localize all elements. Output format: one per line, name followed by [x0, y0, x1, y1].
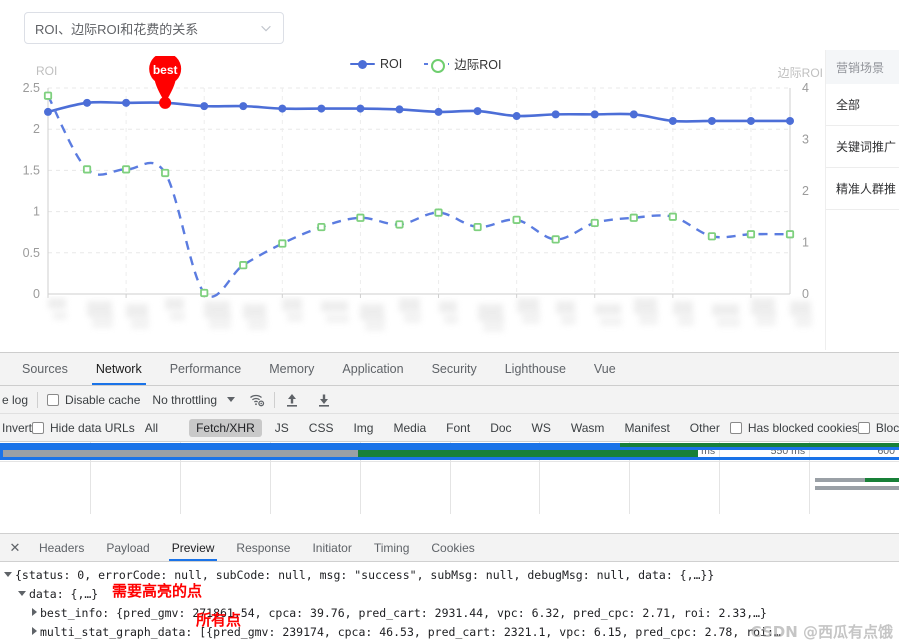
detail-tab-initiator[interactable]: Initiator [301, 534, 362, 561]
filter-type-ws[interactable]: WS [525, 419, 558, 437]
timeline-bar [815, 486, 899, 490]
json-line-data-text: data: {,…} [29, 587, 99, 601]
tab-vue[interactable]: Vue [580, 353, 630, 385]
checkbox-box-icon [729, 421, 742, 434]
filter-type-doc[interactable]: Doc [483, 419, 518, 437]
tab-lighthouse[interactable]: Lighthouse [491, 353, 580, 385]
network-overview-timeline[interactable]: 150 ms200 ms250 ms300 ms350 ms400 ms450 … [0, 442, 899, 534]
json-preview-tree: {status: 0, errorCode: null, subCode: nu… [0, 562, 899, 644]
has-blocked-cookies-label: Has blocked cookies [747, 420, 858, 435]
svg-text:3: 3 [802, 133, 809, 147]
roi-line-chart: 0 0.5 1 1.5 2 2.5 0 1 2 3 4 best [0, 56, 830, 316]
devtools-tabbar: Sources Network Performance Memory Appli… [0, 353, 899, 386]
filter-type-fetch-xhr[interactable]: Fetch/XHR [189, 418, 262, 437]
detail-tab-preview[interactable]: Preview [161, 534, 226, 561]
svg-text:1: 1 [33, 205, 40, 219]
request-detail-panel: ✕ Headers Payload Preview Response Initi… [0, 534, 899, 644]
download-arrow-icon[interactable] [316, 392, 332, 408]
filter-type-img[interactable]: Img [346, 419, 380, 437]
detail-tab-payload[interactable]: Payload [95, 534, 160, 561]
json-line-root-text: {status: 0, errorCode: null, subCode: nu… [15, 568, 715, 582]
marketing-scene-panel: 营销场景 全部 关键词推广 精准人群推 [825, 50, 899, 350]
filter-type-css[interactable]: CSS [302, 419, 341, 437]
disclosure-triangle-icon[interactable] [32, 608, 37, 616]
metric-relation-select-value: ROI、边际ROI和花费的关系 [35, 21, 199, 37]
upload-arrow-icon[interactable] [284, 392, 300, 408]
json-line-best-info[interactable]: best_info: {pred_gmv: 271861.54, cpca: 3… [0, 604, 899, 623]
json-line-root[interactable]: {status: 0, errorCode: null, subCode: nu… [0, 566, 899, 585]
filter-type-js[interactable]: JS [268, 419, 296, 437]
json-line-data[interactable]: data: {,…} [0, 585, 899, 604]
svg-text:2: 2 [33, 122, 40, 136]
filter-type-all[interactable]: All [138, 419, 165, 437]
checkbox-box-icon [857, 421, 870, 434]
blocked-requests-checkbox[interactable]: Blocked Req [857, 420, 899, 435]
checkbox-box-icon [47, 393, 60, 406]
marketing-scene-row-all[interactable]: 全部 [826, 84, 899, 126]
blocked-requests-label: Blocked Req [875, 420, 899, 435]
tab-network[interactable]: Network [82, 353, 156, 385]
tab-memory[interactable]: Memory [255, 353, 328, 385]
json-line-best-info-text: best_info: {pred_gmv: 271861.54, cpca: 3… [40, 606, 767, 620]
x-axis-labels-redacted [10, 296, 820, 340]
metric-relation-select[interactable]: ROI、边际ROI和花费的关系 [24, 12, 284, 44]
detail-tab-cookies[interactable]: Cookies [420, 534, 485, 561]
throttling-select[interactable]: No throttling [152, 392, 236, 407]
close-icon[interactable]: ✕ [2, 534, 28, 561]
disable-cache-checkbox[interactable]: Disable cache [47, 393, 140, 407]
chevron-down-icon [227, 397, 236, 402]
disable-cache-label: Disable cache [65, 392, 141, 407]
devtools-panel: Sources Network Performance Memory Appli… [0, 352, 899, 644]
toolbar-divider-2 [274, 391, 276, 408]
json-line-multi-stat-graph-data[interactable]: multi_stat_graph_data: [{pred_gmv: 23917… [0, 623, 899, 642]
svg-text:1.5: 1.5 [23, 163, 40, 177]
svg-text:best: best [153, 63, 178, 77]
json-line-multi-stat-graph-data-text: multi_stat_graph_data: [{pred_gmv: 23917… [40, 625, 781, 639]
marketing-scene-row-keyword[interactable]: 关键词推广 [826, 126, 899, 168]
invert-label[interactable]: Invert [0, 421, 32, 435]
filter-type-media[interactable]: Media [386, 419, 433, 437]
checkbox-box-icon [32, 421, 45, 434]
tab-performance[interactable]: Performance [156, 353, 256, 385]
marketing-scene-row-audience[interactable]: 精准人群推 [826, 168, 899, 210]
tab-sources[interactable]: Sources [8, 353, 82, 385]
detail-tab-response[interactable]: Response [225, 534, 301, 561]
disclosure-triangle-icon[interactable] [4, 572, 12, 577]
timeline-bar [865, 478, 899, 482]
roi-line-chart-svg: 00.511.522.501234best [23, 56, 809, 301]
web-app-viewport: ROI、边际ROI和花费的关系 ROI 边际ROI ROI 边际ROI 0 0.5… [0, 0, 899, 352]
disclosure-triangle-icon[interactable] [32, 627, 37, 635]
network-filterbar: Invert Hide data URLs All Fetch/XHR JS C… [0, 414, 899, 442]
svg-text:2.5: 2.5 [23, 81, 40, 95]
timeline-bar [815, 478, 865, 482]
throttling-value: No throttling [152, 392, 218, 407]
filter-type-other[interactable]: Other [683, 419, 727, 437]
tab-application[interactable]: Application [328, 353, 417, 385]
hide-data-urls-checkbox[interactable]: Hide data URLs [32, 421, 135, 435]
screenshot-root: ROI、边际ROI和花费的关系 ROI 边际ROI ROI 边际ROI 0 0.5… [0, 0, 899, 644]
filter-type-manifest[interactable]: Manifest [617, 419, 676, 437]
network-toolbar: e log Disable cache No throttling [0, 386, 899, 414]
marketing-scene-header: 营销场景 [826, 50, 899, 84]
disclosure-triangle-icon[interactable] [18, 591, 26, 596]
wifi-settings-icon[interactable] [249, 392, 265, 408]
chevron-down-icon [259, 21, 273, 35]
filter-type-wasm[interactable]: Wasm [564, 419, 612, 437]
tab-security[interactable]: Security [418, 353, 491, 385]
has-blocked-cookies-checkbox[interactable]: Has blocked cookies [729, 420, 858, 435]
preserve-log-label[interactable]: e log [0, 393, 28, 407]
svg-text:2: 2 [802, 184, 809, 198]
svg-text:1: 1 [802, 236, 809, 250]
detail-tab-timing[interactable]: Timing [363, 534, 421, 561]
toolbar-divider-1 [37, 391, 39, 408]
request-detail-tabbar: ✕ Headers Payload Preview Response Initi… [0, 534, 899, 562]
timeline-selection-outline [0, 447, 899, 460]
detail-tab-headers[interactable]: Headers [28, 534, 95, 561]
svg-text:0.5: 0.5 [23, 246, 40, 260]
svg-text:4: 4 [802, 81, 809, 95]
hide-data-urls-label: Hide data URLs [50, 420, 135, 435]
filter-type-font[interactable]: Font [439, 419, 477, 437]
